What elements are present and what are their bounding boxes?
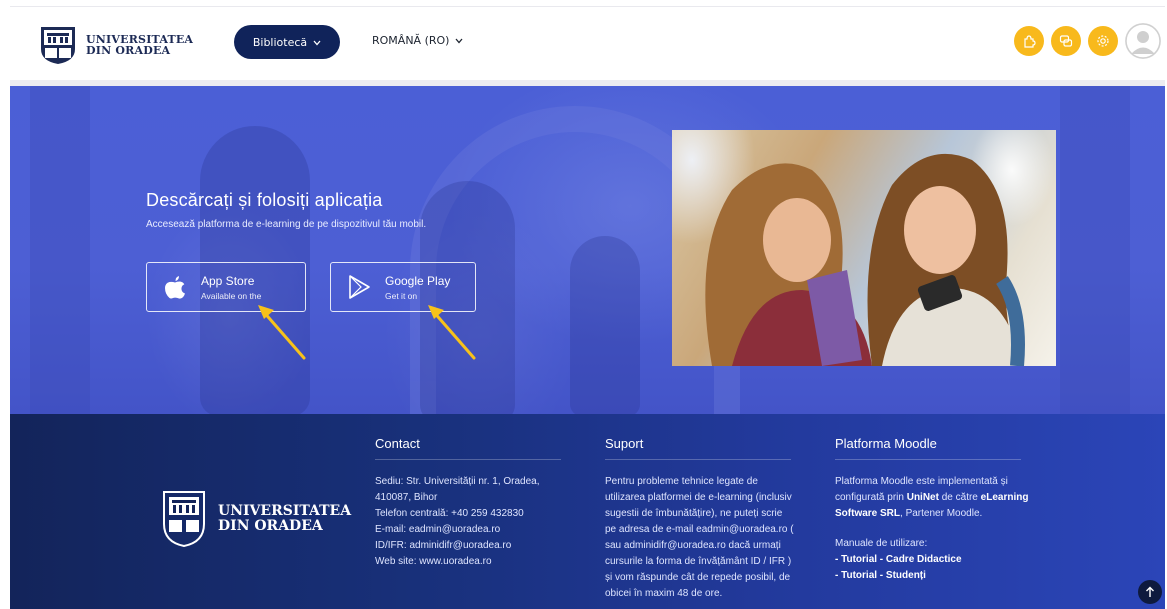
apple-icon [157,274,193,300]
support-line: pe adresa de e-mail eadmin@uoradea.ro ( [605,524,794,535]
library-dropdown-button[interactable]: Bibliotecă [234,25,340,59]
moodle-text: configurată prin [835,492,907,503]
uninet-link[interactable]: UniNet [907,492,939,503]
mobile-app-banner: Descărcați și folosiți aplicația Accesea… [10,86,1165,414]
app-store-caption: Available on the [201,290,262,301]
app-store-label: App Store [201,273,255,288]
software-srl-link[interactable]: Software SRL [835,508,900,519]
back-to-top-button[interactable] [1138,580,1162,604]
tutorial-teachers-link[interactable]: - Tutorial - Cadre Didactice [835,552,1028,568]
support-title: Suport [605,436,644,451]
top-navbar: UNIVERSITATEA DIN ORADEA Bibliotecă ROMÂ… [10,6,1165,80]
footer-brand-line-2: DIN ORADEA [218,518,323,534]
support-line: utilizarea platformei de e-learning (inc… [605,492,792,503]
contact-line: Telefon centrală: +40 259 432830 [375,508,524,519]
support-line: și vom răspunde cât de repede posibil, d… [605,572,791,583]
footer-logo[interactable]: UNIVERSITATEA DIN ORADEA [162,490,351,548]
section-divider [605,459,791,460]
university-logo[interactable]: UNIVERSITATEA DIN ORADEA [38,25,193,65]
contact-line: 410087, Bihor [375,492,438,503]
window-edge-left [0,0,10,609]
google-play-label: Google Play [385,273,451,288]
moodle-text: , Partener Moodle. [900,508,983,519]
footer-brand-text: UNIVERSITATEA DIN ORADEA [218,504,351,534]
google-play-caption: Get it on [385,290,418,301]
background-pillar [1060,86,1130,414]
crest-icon [163,491,205,548]
puzzle-icon[interactable] [1014,26,1044,56]
contact-section: Contact Sediu: Str. Universității nr. 1,… [375,436,561,570]
settings-icon[interactable] [1088,26,1118,56]
support-line: cursurile la forma de învățământ ID / IF… [605,556,792,567]
manuals-list: Manuale de utilizare: - Tutorial - Cadre… [835,536,1028,584]
chevron-down-icon [455,34,463,47]
contact-title: Contact [375,436,420,451]
app-store-text: App Store Available on the [201,274,261,301]
background-student [570,236,640,414]
moodle-section: Platforma Moodle Platforma Moodle este i… [835,436,1028,584]
library-label: Bibliotecă [252,35,308,49]
google-play-text: Google Play Get it on [385,274,450,301]
support-line: Pentru probleme tehnice legate de [605,476,758,487]
brand-text: UNIVERSITATEA DIN ORADEA [86,34,193,56]
moodle-text: Platforma Moodle este implementată și [835,476,1008,487]
support-line: obicei în maxim 48 de ore. [605,588,723,599]
banner-subtitle: Accesează platforma de e-learning de pe … [146,219,427,230]
banner-title: Descărcați și folosiți aplicația [146,190,383,210]
contact-line: Web site: www.uoradea.ro [375,556,492,567]
annotation-arrow-google-play [428,305,476,360]
support-text: Pentru probleme tehnice legate de utiliz… [605,474,794,602]
students-photo [672,130,1056,366]
crest-icon [38,25,78,65]
moodle-text: de către [938,492,981,503]
footer-brand-line-1: UNIVERSITATEA [218,503,352,519]
contact-details: Sediu: Str. Universității nr. 1, Oradea,… [375,474,561,570]
brand-line-2: DIN ORADEA [86,44,171,57]
support-line: sugestii de îmbunătățire), ne puteți scr… [605,508,783,519]
tutorial-students-link[interactable]: - Tutorial - Studenți [835,568,1028,584]
site-footer: UNIVERSITATEA DIN ORADEA Contact Sediu: … [10,414,1165,609]
language-selector[interactable]: ROMÂNĂ (RO) [372,34,463,47]
manuals-label: Manuale de utilizare: [835,538,928,549]
contact-line: ID/IFR: adminidifr@uoradea.ro [375,540,512,551]
contact-line: Sediu: Str. Universității nr. 1, Oradea, [375,476,540,487]
play-icon [341,274,377,300]
contact-line: E-mail: eadmin@uoradea.ro [375,524,501,535]
language-label: ROMÂNĂ (RO) [372,34,450,47]
background-pillar [30,86,90,414]
elearning-link[interactable]: eLearning [981,492,1029,503]
user-avatar[interactable] [1125,23,1161,59]
section-divider [835,459,1021,460]
arrow-up-icon [1146,586,1154,597]
annotation-arrow-app-store [258,305,306,360]
chevron-down-icon [313,36,321,49]
support-line: sau adminidifr@uoradea.ro dacă urmați [605,540,781,551]
section-divider [375,459,561,460]
moodle-description: Platforma Moodle este implementată și co… [835,474,1028,522]
support-section: Suport Pentru probleme tehnice legate de… [605,436,794,602]
moodle-title: Platforma Moodle [835,436,937,451]
user-toolbar [1014,23,1161,59]
chat-icon[interactable] [1051,26,1081,56]
